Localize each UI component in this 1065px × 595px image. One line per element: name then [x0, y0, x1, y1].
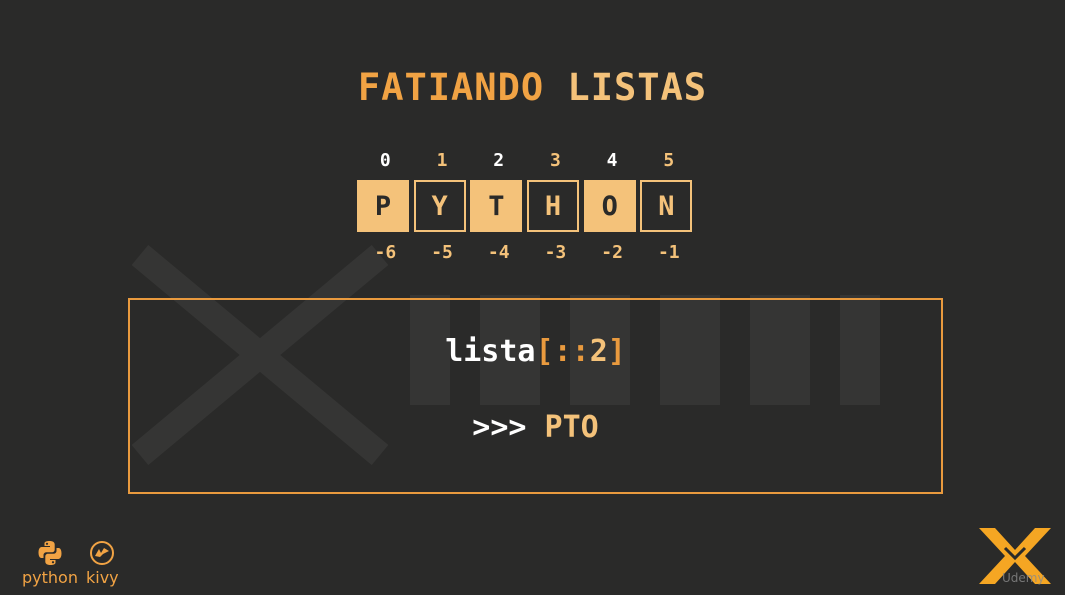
code-open-bracket: [: [535, 334, 554, 369]
python-logo-label: python: [22, 568, 78, 587]
letter-cell: T: [470, 180, 523, 232]
kivy-icon: [90, 541, 115, 565]
page-title: FATIANDO LISTAS: [0, 66, 1065, 109]
letter-cell: Y: [413, 180, 466, 232]
result-line: >>> PTO: [130, 410, 941, 445]
slide: FATIANDO LISTAS 0 1 2 3 4 5 P Y T H O N …: [0, 0, 1065, 595]
result-output: PTO: [544, 410, 599, 445]
negative-index: -5: [431, 242, 453, 263]
title-word-1: FATIANDO: [357, 66, 545, 109]
negative-index: -4: [487, 242, 510, 263]
positive-index: 5: [663, 150, 675, 171]
letter-cell: N: [640, 180, 693, 232]
result-prompt: >>>: [472, 410, 527, 445]
letter-cell: H: [527, 180, 580, 232]
negative-index: -1: [657, 242, 680, 263]
code-step: 2: [589, 334, 608, 369]
title-word-2: LISTAS: [567, 66, 708, 109]
python-logo: python: [22, 540, 78, 587]
negative-index-row: -6 -5 -4 -3 -2 -1: [357, 242, 697, 263]
positive-index: 3: [549, 150, 561, 171]
positive-index: 2: [493, 150, 505, 171]
code-close-bracket: ]: [607, 334, 626, 369]
negative-index: -6: [374, 242, 397, 263]
positive-index: 1: [436, 150, 448, 171]
udemy-watermark: Udemy: [1002, 571, 1045, 585]
positive-index: 4: [606, 150, 618, 171]
negative-index: -3: [544, 242, 567, 263]
code-expression: lista[::2]: [130, 334, 941, 369]
kivy-logo: kivy: [86, 540, 119, 587]
positive-index: 0: [379, 150, 391, 171]
code-colons: ::: [553, 334, 590, 369]
positive-index-row: 0 1 2 3 4 5: [357, 150, 697, 171]
kivy-logo-label: kivy: [86, 568, 119, 587]
letter-cells-row: P Y T H O N: [357, 180, 697, 232]
code-box: lista[::2] >>> PTO: [128, 298, 943, 494]
letter-cell: P: [357, 180, 409, 232]
letter-cell: O: [583, 180, 636, 232]
negative-index: -2: [601, 242, 623, 263]
code-variable: lista: [445, 334, 536, 369]
python-icon: [38, 541, 62, 565]
